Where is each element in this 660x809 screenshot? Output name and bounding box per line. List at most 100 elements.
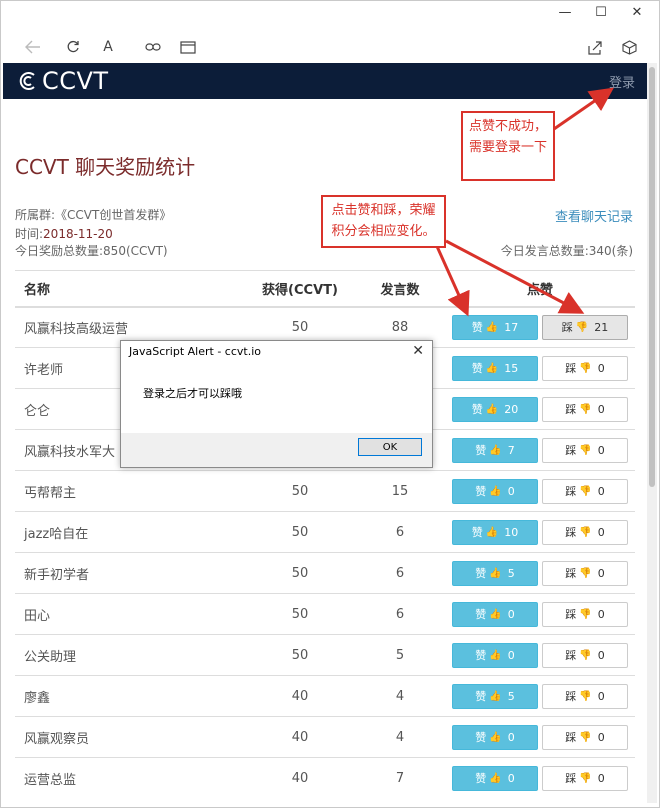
- upvote-count: 0: [507, 771, 515, 785]
- reward-total-label: 今日奖励总数量:: [15, 244, 104, 258]
- thumbs-up-icon: 👍: [489, 649, 502, 661]
- share-icon[interactable]: [585, 37, 605, 57]
- upvote-button[interactable]: 赞 👍 0: [452, 765, 538, 791]
- logo-text: CCVT: [42, 67, 109, 95]
- downvote-button[interactable]: 踩 👎 0: [542, 560, 628, 586]
- col-msgs-header: 发言数: [355, 270, 445, 308]
- chat-history-link[interactable]: 查看聊天记录: [555, 206, 633, 225]
- thumbs-up-icon: 👍: [485, 362, 499, 374]
- scrollbar-thumb[interactable]: [649, 67, 655, 487]
- upvote-button[interactable]: 赞 👍 0: [452, 601, 538, 627]
- upvote-button[interactable]: 赞 👍 10: [452, 519, 538, 545]
- upvote-label: 赞: [475, 649, 487, 662]
- maximize-icon[interactable]: ☐: [593, 5, 609, 20]
- downvote-button[interactable]: 踩 👎 0: [542, 396, 628, 422]
- downvote-button[interactable]: 踩 👎 0: [542, 642, 628, 668]
- downvote-button[interactable]: 踩 👎 21: [542, 314, 628, 340]
- browser-toolbar: A: [1, 35, 660, 61]
- downvote-label: 踩: [565, 567, 577, 580]
- thumbs-down-icon: 👎: [579, 567, 592, 579]
- dialog-close-icon[interactable]: ✕: [412, 343, 424, 359]
- row-vote-cell: 赞 👍 15 踩 👎 0: [445, 347, 635, 389]
- row-vote-cell: 赞 👍 0 踩 👎 0: [445, 634, 635, 676]
- row-reward: 50: [245, 634, 355, 676]
- minimize-icon[interactable]: —: [557, 5, 573, 20]
- window-icon[interactable]: [178, 37, 198, 57]
- table-row: 廖鑫 40 4 赞 👍 5 踩 👎 0: [15, 675, 635, 717]
- table-row: 田心 50 6 赞 👍 0 踩 👎 0: [15, 593, 635, 635]
- col-name-header: 名称: [15, 270, 245, 308]
- upvote-button[interactable]: 赞 👍 7: [452, 437, 538, 463]
- link-icon[interactable]: [143, 37, 163, 57]
- thumbs-up-icon: 👍: [485, 403, 499, 415]
- upvote-count: 5: [507, 689, 515, 703]
- upvote-button[interactable]: 赞 👍 5: [452, 683, 538, 709]
- downvote-button[interactable]: 踩 👎 0: [542, 519, 628, 545]
- thumbs-up-icon: 👍: [489, 485, 502, 497]
- row-msgs: 6: [355, 552, 445, 594]
- row-name: 廖鑫: [15, 675, 245, 717]
- upvote-button[interactable]: 赞 👍 0: [452, 642, 538, 668]
- upvote-count: 0: [507, 730, 515, 744]
- downvote-label: 踩: [565, 444, 577, 457]
- upvote-button[interactable]: 赞 👍 5: [452, 560, 538, 586]
- time-line: 时间:2018-11-20: [15, 225, 113, 242]
- downvote-button[interactable]: 踩 👎 0: [542, 601, 628, 627]
- row-vote-cell: 赞 👍 0 踩 👎 0: [445, 593, 635, 635]
- dialog-body: 登录之后才可以踩哦: [121, 363, 432, 433]
- downvote-button[interactable]: 踩 👎 0: [542, 437, 628, 463]
- upvote-button[interactable]: 赞 👍 0: [452, 478, 538, 504]
- upvote-label: 赞: [475, 608, 487, 621]
- site-logo[interactable]: CCVT: [17, 67, 109, 95]
- row-vote-cell: 赞 👍 17 踩 👎 21: [445, 306, 635, 348]
- table-header-row: 名称 获得(CCVT) 发言数 点赞: [15, 270, 635, 308]
- group-label: 所属群:《CCVT创世首发群》: [15, 208, 172, 222]
- downvote-count: 21: [594, 320, 609, 334]
- row-reward: 50: [245, 470, 355, 512]
- thumbs-up-icon: 👍: [489, 608, 502, 620]
- downvote-label: 踩: [565, 690, 577, 703]
- downvote-button[interactable]: 踩 👎 0: [542, 478, 628, 504]
- thumbs-down-icon: 👎: [579, 444, 592, 456]
- refresh-icon[interactable]: [63, 37, 83, 57]
- downvote-button[interactable]: 踩 👎 0: [542, 765, 628, 791]
- thumbs-up-icon: 👍: [489, 731, 502, 743]
- upvote-button[interactable]: 赞 👍 20: [452, 396, 538, 422]
- downvote-label: 踩: [565, 403, 577, 416]
- login-link[interactable]: 登录: [609, 72, 635, 91]
- row-name: 田心: [15, 593, 245, 635]
- downvote-button[interactable]: 踩 👎 0: [542, 724, 628, 750]
- upvote-button[interactable]: 赞 👍 17: [452, 314, 538, 340]
- back-icon[interactable]: [23, 37, 43, 57]
- reward-total: 今日奖励总数量:850(CCVT): [15, 242, 168, 259]
- upvote-button[interactable]: 赞 👍 0: [452, 724, 538, 750]
- row-name: 运营总监: [15, 757, 245, 799]
- thumbs-down-icon: 👎: [579, 772, 592, 784]
- row-vote-cell: 赞 👍 7 踩 👎 0: [445, 429, 635, 471]
- reward-total-value: 850(CCVT): [103, 244, 168, 258]
- row-reward: 50: [245, 511, 355, 553]
- col-vote-header: 点赞: [445, 270, 635, 308]
- downvote-button[interactable]: 踩 👎 0: [542, 355, 628, 381]
- reader-icon[interactable]: A: [98, 37, 118, 57]
- downvote-count: 0: [597, 730, 605, 744]
- row-msgs: 15: [355, 470, 445, 512]
- upvote-button[interactable]: 赞 👍 15: [452, 355, 538, 381]
- thumbs-down-icon: 👎: [579, 403, 592, 415]
- upvote-label: 赞: [475, 485, 487, 498]
- upvote-count: 5: [507, 566, 515, 580]
- dialog-ok-button[interactable]: OK: [358, 438, 422, 456]
- close-icon[interactable]: ✕: [629, 5, 645, 20]
- downvote-label: 踩: [565, 731, 577, 744]
- cube-icon[interactable]: [619, 37, 639, 57]
- thumbs-up-icon: 👍: [489, 690, 502, 702]
- page-scrollbar[interactable]: [647, 63, 657, 803]
- upvote-count: 7: [507, 443, 515, 457]
- downvote-button[interactable]: 踩 👎 0: [542, 683, 628, 709]
- thumbs-down-icon: 👎: [579, 608, 592, 620]
- downvote-count: 0: [597, 648, 605, 662]
- row-vote-cell: 赞 👍 5 踩 👎 0: [445, 552, 635, 594]
- upvote-count: 0: [507, 484, 515, 498]
- downvote-count: 0: [597, 525, 605, 539]
- row-vote-cell: 赞 👍 0 踩 👎 0: [445, 470, 635, 512]
